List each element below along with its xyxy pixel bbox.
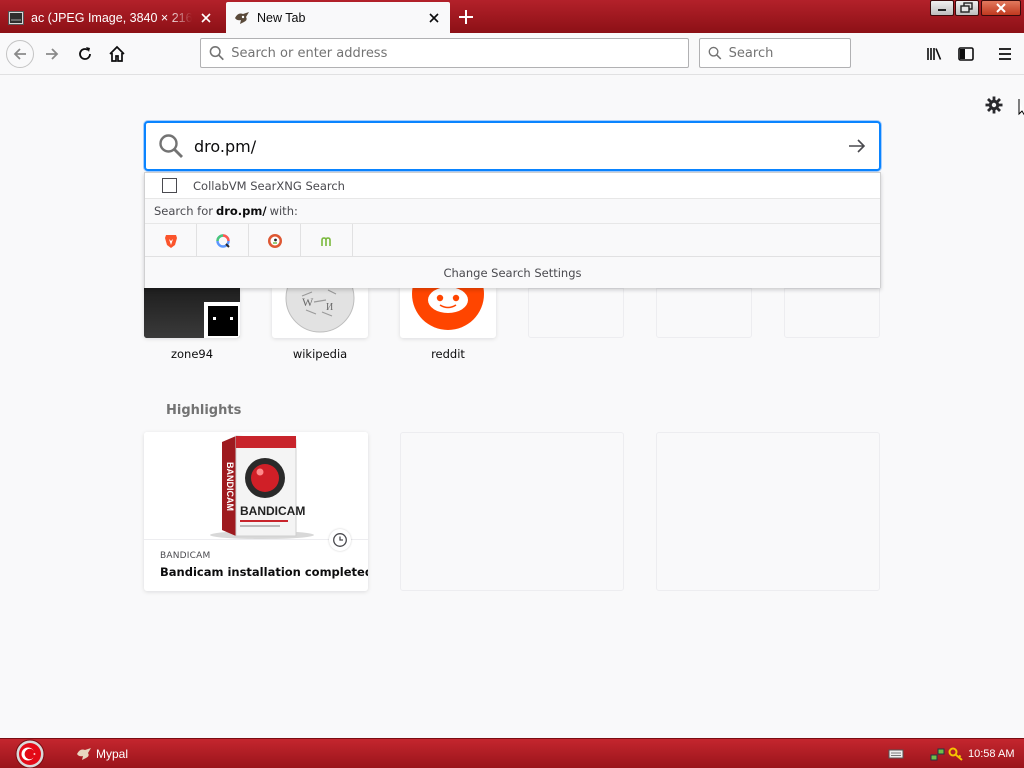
navigation-toolbar [0, 33, 1024, 75]
wikipedia-globe-icon: W И [285, 288, 355, 333]
search-term: dro.pm/ [215, 204, 267, 218]
bandicam-box-image: BANDICAM BANDICAM [210, 435, 314, 539]
search-bar[interactable] [699, 38, 851, 68]
search-icon [159, 134, 183, 158]
library-button[interactable] [920, 40, 948, 68]
back-button[interactable] [6, 40, 34, 68]
search-for-suffix: with: [269, 204, 298, 218]
reload-icon [79, 47, 91, 60]
search-icon [708, 46, 722, 60]
window-close-button[interactable] [981, 0, 1021, 16]
taskbar-item-mypal[interactable]: Mypal [76, 744, 128, 764]
sidebar-icon [958, 47, 974, 61]
engine-button-qwant[interactable] [197, 224, 249, 257]
taskbar-item-label: Mypal [96, 747, 129, 761]
highlights-heading: Highlights [166, 403, 242, 418]
svg-text:И: И [326, 302, 333, 313]
engine-button-duckduckgo[interactable] [249, 224, 301, 257]
keyboard-icon[interactable] [888, 748, 904, 760]
top-site-empty-slot [784, 288, 880, 338]
duckduckgo-icon [267, 233, 282, 248]
network-icon[interactable] [930, 746, 946, 762]
newtab-search-input[interactable] [194, 136, 814, 156]
new-tab-plus-icon[interactable] [455, 6, 477, 28]
forward-button[interactable] [38, 40, 66, 68]
search-bar-input[interactable] [728, 45, 850, 61]
top-site-tile-reddit[interactable] [400, 288, 496, 338]
highlight-card-title: Bandicam installation completed... [160, 565, 368, 579]
highlight-empty-slot [656, 432, 880, 591]
home-button[interactable] [103, 40, 131, 68]
start-button-icon[interactable] [11, 739, 49, 768]
box-front-label: BANDICAM [240, 504, 305, 518]
change-search-settings-button[interactable]: Change Search Settings [145, 257, 880, 288]
search-with-header: Search for dro.pm/ with: [145, 199, 880, 224]
address-bar[interactable] [200, 38, 689, 68]
restore-icon [960, 2, 973, 13]
suggestion-label: CollabVM SearXNG Search [193, 178, 345, 193]
mypal-icon [77, 748, 91, 760]
reload-button[interactable] [71, 40, 99, 68]
image-icon [8, 10, 24, 25]
key-icon[interactable] [948, 746, 964, 762]
clock-time[interactable]: 10:58 AM [968, 748, 1014, 760]
tab-title: ac (JPEG Image, 3840 × 2160 pixels) [31, 10, 192, 25]
newtab-search-box[interactable] [144, 121, 881, 171]
top-site-label: wikipedia [292, 347, 348, 361]
engine-button-mojeek[interactable] [301, 224, 353, 257]
menu-button[interactable] [991, 40, 1019, 68]
taskbar: Mypal 10:58 AM [0, 738, 1024, 768]
minimize-button[interactable] [930, 0, 954, 16]
mojeek-icon [320, 236, 331, 246]
history-clock-badge [329, 529, 351, 551]
sidebar-button[interactable] [952, 40, 980, 68]
site-favicon [204, 302, 240, 338]
highlight-card-image: BANDICAM BANDICAM [144, 432, 368, 540]
mouse-cursor-icon [1018, 99, 1024, 116]
search-suggestions-dropdown: CollabVM SearXNG Search Search for dro.p… [144, 172, 881, 288]
forward-arrow-icon [46, 48, 59, 60]
tab-strip: ac (JPEG Image, 3840 × 2160 pixels) New … [0, 0, 1024, 33]
tab-title: New Tab [257, 10, 306, 25]
qwant-icon [215, 233, 230, 248]
svg-text:W: W [302, 295, 314, 309]
window-close-icon [996, 3, 1006, 13]
tab-new-tab[interactable]: New Tab [226, 2, 450, 33]
clock-icon [333, 533, 347, 547]
home-icon [109, 45, 125, 62]
tab-image[interactable]: ac (JPEG Image, 3840 × 2160 pixels) [0, 2, 222, 33]
reddit-icon [412, 288, 484, 330]
box-side-label: BANDICAM [225, 462, 235, 511]
highlight-empty-slot [400, 432, 624, 591]
search-icon [209, 46, 224, 61]
suggestion-row[interactable]: CollabVM SearXNG Search [145, 173, 880, 199]
top-site-tile-zone94[interactable] [144, 288, 240, 338]
go-arrow-icon[interactable] [847, 136, 867, 156]
top-site-empty-slot [528, 288, 624, 338]
close-tab-icon[interactable] [426, 10, 442, 26]
minimize-icon [938, 9, 946, 11]
top-site-label: zone94 [170, 347, 214, 361]
search-for-prefix: Search for [154, 204, 213, 218]
hamburger-menu-icon [999, 48, 1011, 60]
brave-icon [164, 234, 177, 248]
restore-button[interactable] [955, 0, 979, 16]
library-icon [927, 48, 942, 60]
search-engine-row [145, 224, 880, 257]
gear-icon[interactable] [984, 95, 1004, 115]
highlight-card-host: BANDICAM [160, 551, 211, 561]
address-input[interactable] [231, 45, 688, 61]
mypal-icon [235, 11, 249, 24]
engine-button-brave[interactable] [145, 224, 197, 257]
back-arrow-icon [13, 48, 26, 60]
highlight-card[interactable]: BANDICAM BANDICAM BANDICAM Bandicam inst… [144, 432, 368, 591]
close-tab-icon[interactable] [198, 10, 214, 26]
top-site-label: reddit [431, 347, 465, 361]
top-site-tile-wikipedia[interactable]: W И [272, 288, 368, 338]
suggestion-checkbox[interactable] [162, 178, 177, 193]
system-tray: 10:58 AM [888, 744, 1014, 764]
top-site-empty-slot [656, 288, 752, 338]
